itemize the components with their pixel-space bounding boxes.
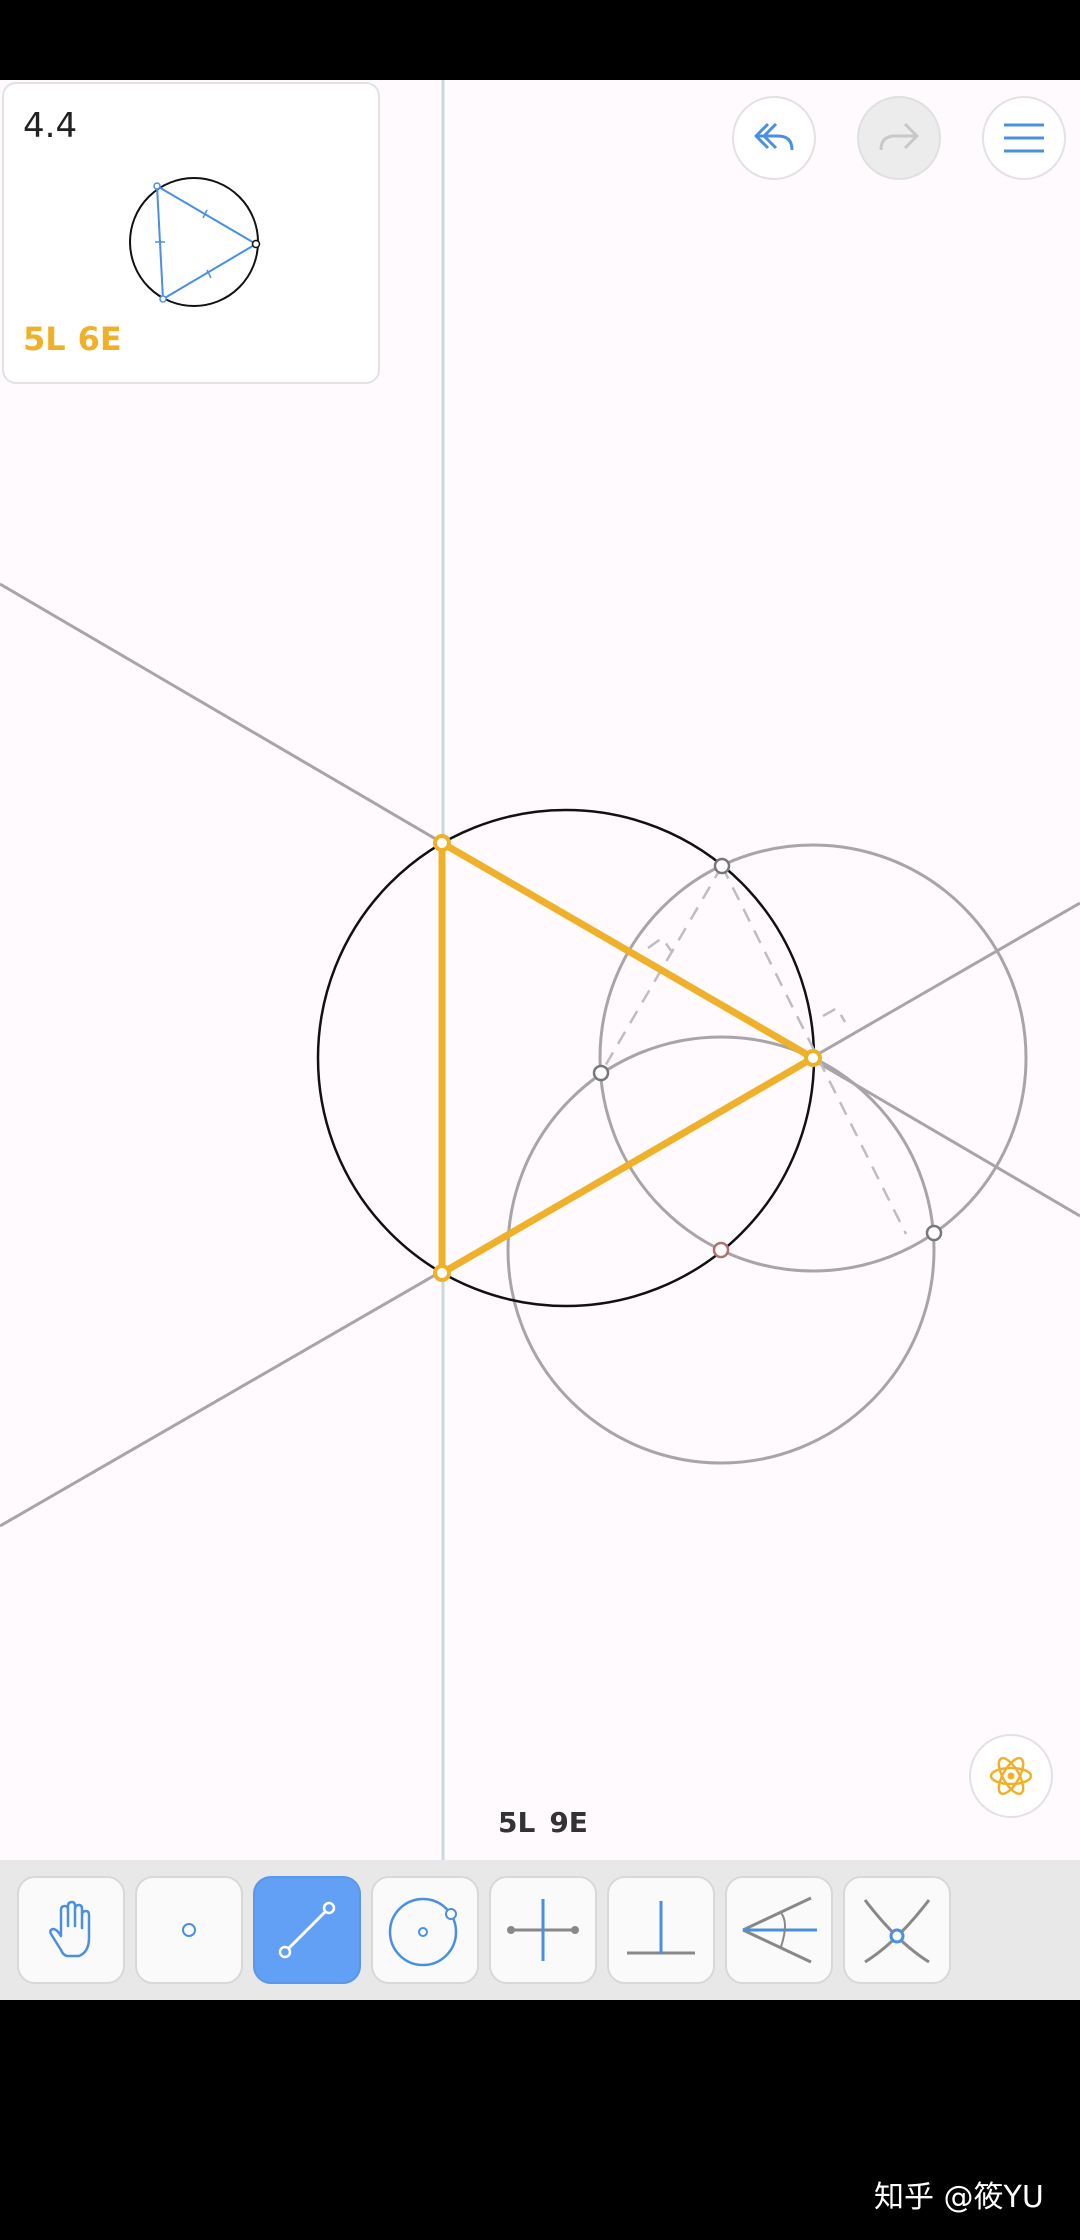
circle-icon <box>388 1897 458 1967</box>
redo-icon <box>879 122 919 151</box>
line-segment-icon <box>278 1901 336 1959</box>
angle-bisector-icon <box>742 1896 817 1964</box>
line-tool[interactable] <box>253 1876 361 1984</box>
vertex-top <box>433 834 451 852</box>
point-icon <box>182 1923 196 1937</box>
perpendicular-icon <box>627 1901 695 1955</box>
vertex-bottom <box>433 1264 451 1282</box>
move-tool[interactable] <box>17 1876 125 1984</box>
intersect-icon <box>863 1899 931 1964</box>
undo-icon <box>754 122 794 151</box>
vertex-right <box>804 1049 822 1067</box>
hand-icon <box>49 1900 91 1958</box>
perpendicular-bisector-tool[interactable] <box>489 1876 597 1984</box>
menu-button[interactable] <box>982 96 1066 180</box>
circle-tool[interactable] <box>371 1876 479 1984</box>
hint-button[interactable] <box>969 1734 1053 1818</box>
atom-icon <box>989 1756 1033 1796</box>
goal-euclid: 6E <box>77 320 122 358</box>
level-goal: 5L 6E <box>23 320 134 358</box>
tool-bar <box>0 1860 1080 2000</box>
progress-lines: 5L <box>498 1806 536 1839</box>
level-number: 4.4 <box>23 106 78 146</box>
undo-button[interactable] <box>732 96 816 180</box>
menu-icon <box>1004 123 1044 153</box>
level-goal-thumbnail <box>129 177 261 307</box>
goal-lines: 5L <box>23 320 66 358</box>
watermark: 知乎 @筱YU <box>874 2180 1044 2215</box>
level-card[interactable]: 4.4 5L 6E <box>2 82 380 384</box>
perpendicular-tool[interactable] <box>607 1876 715 1984</box>
perpendicular-bisector-icon <box>507 1899 579 1961</box>
move-counter: 5L 9E <box>498 1806 602 1839</box>
progress-euclid: 9E <box>549 1806 588 1839</box>
target-circle[interactable] <box>316 808 816 1308</box>
redo-button[interactable] <box>857 96 941 180</box>
intersect-tool[interactable] <box>843 1876 951 1984</box>
point-tool[interactable] <box>135 1876 243 1984</box>
angle-bisector-tool[interactable] <box>725 1876 833 1984</box>
